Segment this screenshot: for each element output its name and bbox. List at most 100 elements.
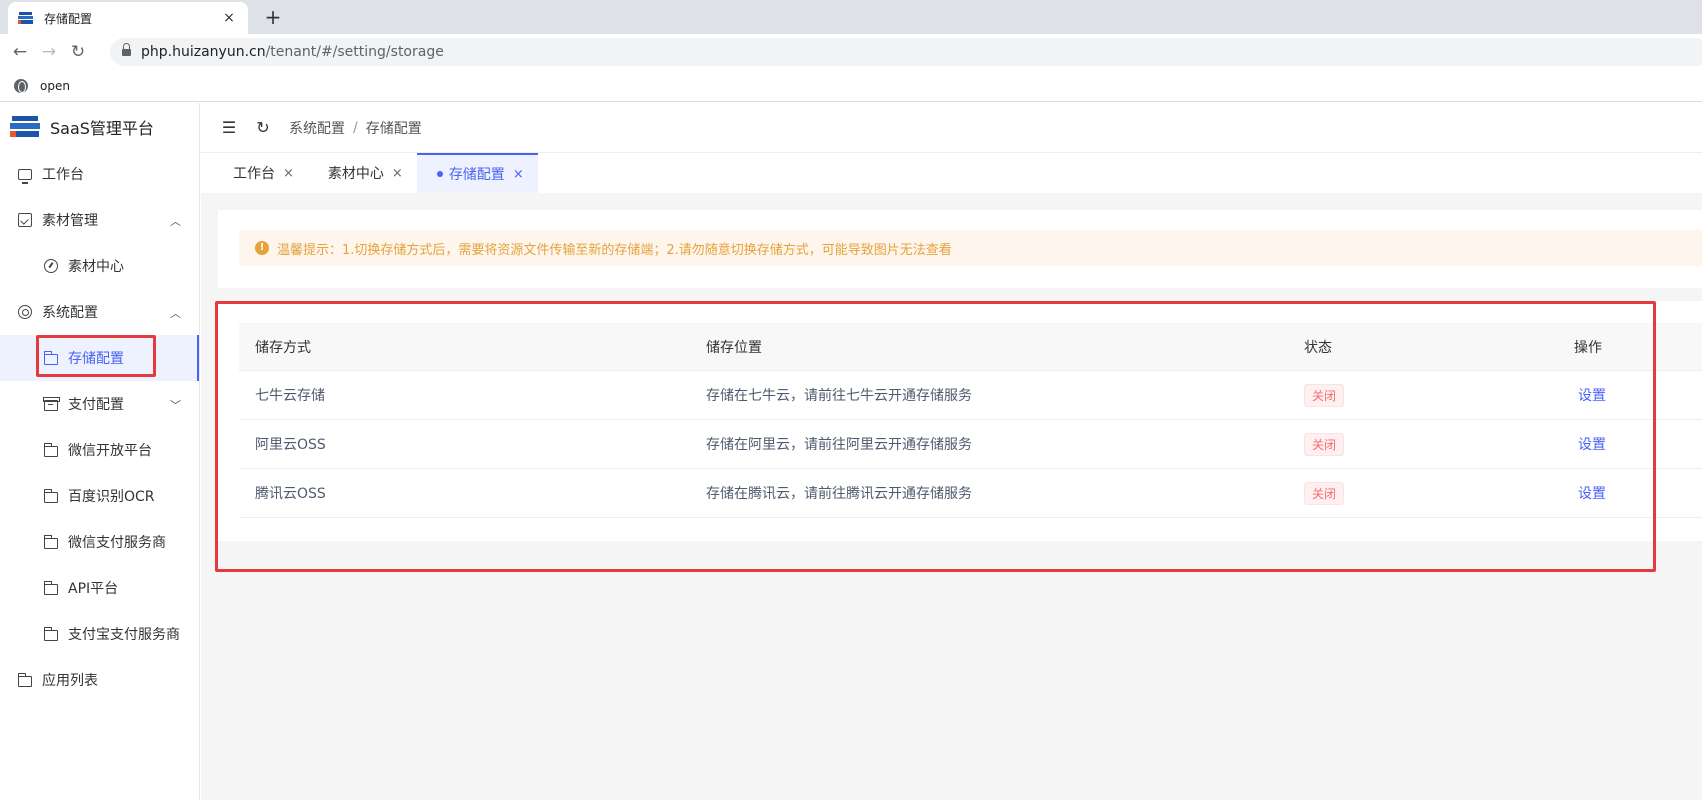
- logo-icon: [10, 113, 42, 141]
- sidebar-item-label: 微信支付服务商: [68, 535, 166, 551]
- new-tab-button[interactable]: +: [260, 4, 286, 30]
- settings-link[interactable]: 设置: [1578, 388, 1606, 404]
- lock-icon: [122, 43, 131, 57]
- folder-icon: [43, 488, 58, 503]
- folder-icon: [43, 442, 58, 457]
- tab-label: 素材中心: [327, 166, 384, 182]
- breadcrumb-separator: /: [353, 119, 358, 136]
- sidebar-item-api-platform[interactable]: API平台: [0, 565, 199, 611]
- sidebar-item-app-list[interactable]: 应用列表: [0, 657, 199, 703]
- gauge-icon: [44, 259, 58, 273]
- folder-icon: [43, 534, 58, 549]
- table-row: 七牛云存储 存储在七牛云，请前往七牛云开通存储服务 关闭 设置: [239, 371, 1702, 420]
- chevron-up-icon: ︿: [170, 307, 181, 320]
- active-dot-icon: [436, 171, 443, 177]
- sidebar-item-label: 工作台: [42, 167, 84, 183]
- folder-icon: [43, 626, 58, 641]
- sidebar-item-material-center[interactable]: 素材中心: [0, 243, 199, 289]
- action-cell: 设置: [1574, 385, 1702, 405]
- tab-workbench[interactable]: 工作台 ×: [213, 153, 308, 193]
- column-header: 储存位置: [706, 339, 762, 356]
- breadcrumb-item[interactable]: 系统配置: [289, 118, 345, 138]
- main-content: ! 温馨提示：1.切换存储方式后，需要将资源文件传输至新的存储端；2.请勿随意切…: [201, 193, 1702, 800]
- forward-icon[interactable]: →: [37, 40, 61, 64]
- sidebar-item-label: 微信开放平台: [68, 443, 152, 459]
- reload-icon[interactable]: ↻: [66, 40, 90, 64]
- sidebar-item-material-management[interactable]: 素材管理 ︿: [0, 197, 199, 243]
- sidebar-item-label: 素材管理: [42, 213, 98, 229]
- sidebar-item-workbench[interactable]: 工作台: [0, 151, 199, 197]
- back-icon[interactable]: ←: [8, 40, 32, 64]
- bookmarks-bar: open: [0, 70, 1702, 102]
- menu-fold-icon[interactable]: ☰: [221, 119, 237, 136]
- sidebar-item-label: 百度识别OCR: [68, 489, 155, 505]
- alert-card: ! 温馨提示：1.切换存储方式后，需要将资源文件传输至新的存储端；2.请勿随意切…: [218, 210, 1702, 288]
- chevron-up-icon: ︿: [170, 215, 181, 228]
- settings-icon: [18, 305, 32, 319]
- storage-table-card: 储存方式 储存位置 状态 操作 七牛云存储 存储在七牛云，请前往七牛云开通存储服…: [218, 301, 1702, 541]
- top-header: ☰ ↻ 系统配置 / 存储配置: [201, 103, 1702, 153]
- status-cell: 关闭: [1288, 481, 1574, 505]
- sidebar-item-wechat-open-platform[interactable]: 微信开放平台: [0, 427, 199, 473]
- sidebar-item-label: 支付配置: [68, 397, 124, 413]
- warning-alert: ! 温馨提示：1.切换存储方式后，需要将资源文件传输至新的存储端；2.请勿随意切…: [239, 230, 1702, 266]
- breadcrumb-item: 存储配置: [365, 120, 422, 137]
- storage-location: 存储在阿里云，请前往阿里云开通存储服务: [706, 437, 972, 453]
- sidebar-item-label: 素材中心: [68, 259, 124, 275]
- storage-method: 七牛云存储: [255, 388, 325, 404]
- tab-material-center[interactable]: 素材中心 ×: [308, 153, 417, 193]
- url-path: /tenant/#/setting/storage: [265, 44, 444, 60]
- globe-icon: [14, 78, 28, 93]
- settings-link[interactable]: 设置: [1578, 486, 1606, 502]
- close-tab-icon[interactable]: ×: [220, 10, 238, 26]
- sidebar-item-label: 系统配置: [42, 305, 98, 321]
- table-header: 储存方式 储存位置 状态 操作: [239, 323, 1702, 371]
- warning-icon: !: [255, 241, 269, 255]
- monitor-icon: [18, 168, 32, 184]
- sidebar-item-label: 应用列表: [42, 673, 98, 689]
- settings-link[interactable]: 设置: [1578, 437, 1606, 453]
- sidebar-item-wechat-pay-provider[interactable]: 微信支付服务商: [0, 519, 199, 565]
- sidebar-item-label: 存储配置: [68, 351, 124, 367]
- tab-label: 存储配置: [448, 167, 505, 183]
- column-header: 操作: [1574, 339, 1602, 356]
- status-badge: 关闭: [1304, 383, 1345, 407]
- folder-icon: [43, 580, 58, 595]
- tab-label: 工作台: [233, 166, 275, 182]
- chevron-down-icon: ﹀: [170, 399, 181, 412]
- alert-text: 温馨提示：1.切换存储方式后，需要将资源文件传输至新的存储端；2.请勿随意切换存…: [277, 242, 952, 258]
- status-cell: 关闭: [1288, 383, 1574, 407]
- address-bar-row: ← → ↻ php.huizanyun.cn/tenant/#/setting/…: [0, 34, 1702, 70]
- bookmark-open[interactable]: open: [40, 79, 70, 93]
- table-row: 腾讯云OSS 存储在腾讯云，请前往腾讯云开通存储服务 关闭 设置: [239, 469, 1702, 518]
- browser-tab-title: 存储配置: [44, 11, 93, 26]
- sidebar-item-label: 支付宝支付服务商: [68, 627, 180, 643]
- sidebar-item-payment-config[interactable]: 支付配置 ﹀: [0, 381, 199, 427]
- sidebar-item-baidu-ocr[interactable]: 百度识别OCR: [0, 473, 199, 519]
- status-badge: 关闭: [1304, 481, 1345, 505]
- page-tabs: 工作台 × 素材中心 × 存储配置 ×: [201, 153, 1702, 193]
- action-cell: 设置: [1574, 483, 1702, 503]
- browser-tab[interactable]: 存储配置 ×: [8, 2, 248, 34]
- url-input[interactable]: php.huizanyun.cn/tenant/#/setting/storag…: [110, 38, 1702, 66]
- sidebar-item-storage-config[interactable]: 存储配置: [0, 335, 199, 381]
- box-icon: [43, 396, 60, 411]
- logo-text: SaaS管理平台: [50, 119, 154, 138]
- column-header: 储存方式: [255, 339, 311, 356]
- close-icon[interactable]: ×: [283, 166, 294, 181]
- storage-method: 腾讯云OSS: [255, 486, 326, 502]
- sidebar-item-label: API平台: [68, 581, 119, 597]
- storage-location: 存储在七牛云，请前往七牛云开通存储服务: [706, 388, 972, 404]
- close-icon[interactable]: ×: [513, 167, 524, 182]
- close-icon[interactable]: ×: [392, 166, 403, 181]
- storage-method: 阿里云OSS: [255, 437, 326, 453]
- folder-icon: [43, 350, 58, 365]
- storage-location: 存储在腾讯云，请前往腾讯云开通存储服务: [706, 486, 972, 502]
- status-badge: 关闭: [1304, 432, 1345, 456]
- refresh-icon[interactable]: ↻: [255, 119, 271, 136]
- sidebar-item-system-config[interactable]: 系统配置 ︿: [0, 289, 199, 335]
- sidebar-item-alipay-provider[interactable]: 支付宝支付服务商: [0, 611, 199, 657]
- folder-icon: [17, 672, 32, 687]
- logo[interactable]: SaaS管理平台: [0, 103, 199, 151]
- tab-storage-config[interactable]: 存储配置 ×: [416, 153, 538, 193]
